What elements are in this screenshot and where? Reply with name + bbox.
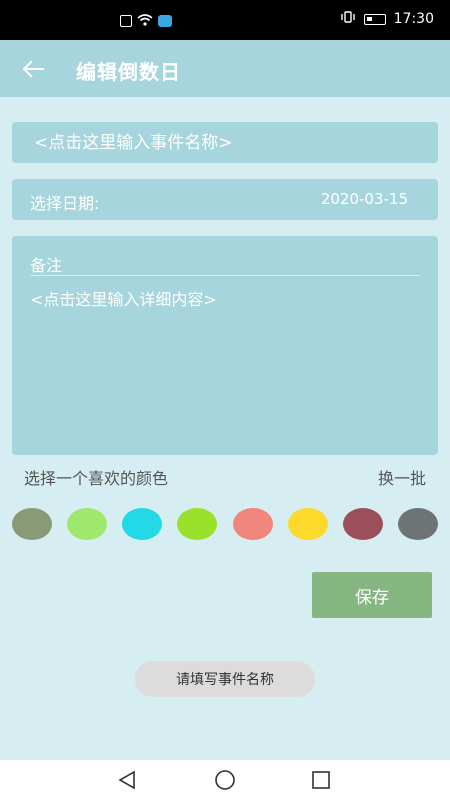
color-swatch[interactable] [177, 508, 217, 540]
event-name-input[interactable] [12, 122, 438, 163]
sim-icon [120, 14, 132, 27]
status-bar: 17:30 [0, 0, 450, 40]
back-triangle-icon [116, 770, 140, 796]
color-swatch[interactable] [122, 508, 162, 540]
color-swatch[interactable] [67, 508, 107, 540]
color-swatch[interactable] [12, 508, 52, 540]
notes-label: 备注 [30, 256, 63, 275]
app-notification-icon [158, 14, 172, 27]
status-right: 17:30 [340, 11, 434, 27]
home-circle-icon [213, 770, 237, 796]
nav-recent-button[interactable] [309, 768, 333, 792]
vibrate-icon [340, 11, 356, 27]
save-button[interactable]: 保存 [312, 572, 432, 618]
color-picker-label: 选择一个喜欢的颜色 [24, 469, 169, 488]
app-bar: 编辑倒数日 [0, 40, 450, 97]
color-swatch[interactable] [288, 508, 328, 540]
notes-textarea[interactable] [30, 286, 420, 436]
status-time: 17:30 [393, 11, 434, 27]
color-swatch[interactable] [233, 508, 273, 540]
notes-card: 备注 [12, 236, 438, 455]
recent-square-icon [309, 771, 333, 796]
date-picker-row[interactable]: 选择日期: 2020-03-15 [12, 179, 438, 220]
status-left-icons [120, 11, 172, 30]
color-swatch[interactable] [398, 508, 438, 540]
toast-message: 请填写事件名称 [135, 661, 315, 697]
date-label: 选择日期: [30, 194, 100, 213]
arrow-left-icon [18, 60, 50, 88]
battery-icon [363, 13, 386, 25]
nav-home-button[interactable] [213, 768, 237, 792]
date-value: 2020-03-15 [320, 190, 408, 208]
system-nav-bar [0, 760, 450, 800]
shuffle-colors-button[interactable]: 换一批 [378, 465, 426, 489]
back-button[interactable] [18, 54, 50, 84]
nav-back-button[interactable] [116, 768, 140, 792]
wifi-icon [137, 11, 153, 30]
color-swatch[interactable] [343, 508, 383, 540]
page-title: 编辑倒数日 [76, 60, 181, 84]
notes-divider [30, 275, 420, 276]
